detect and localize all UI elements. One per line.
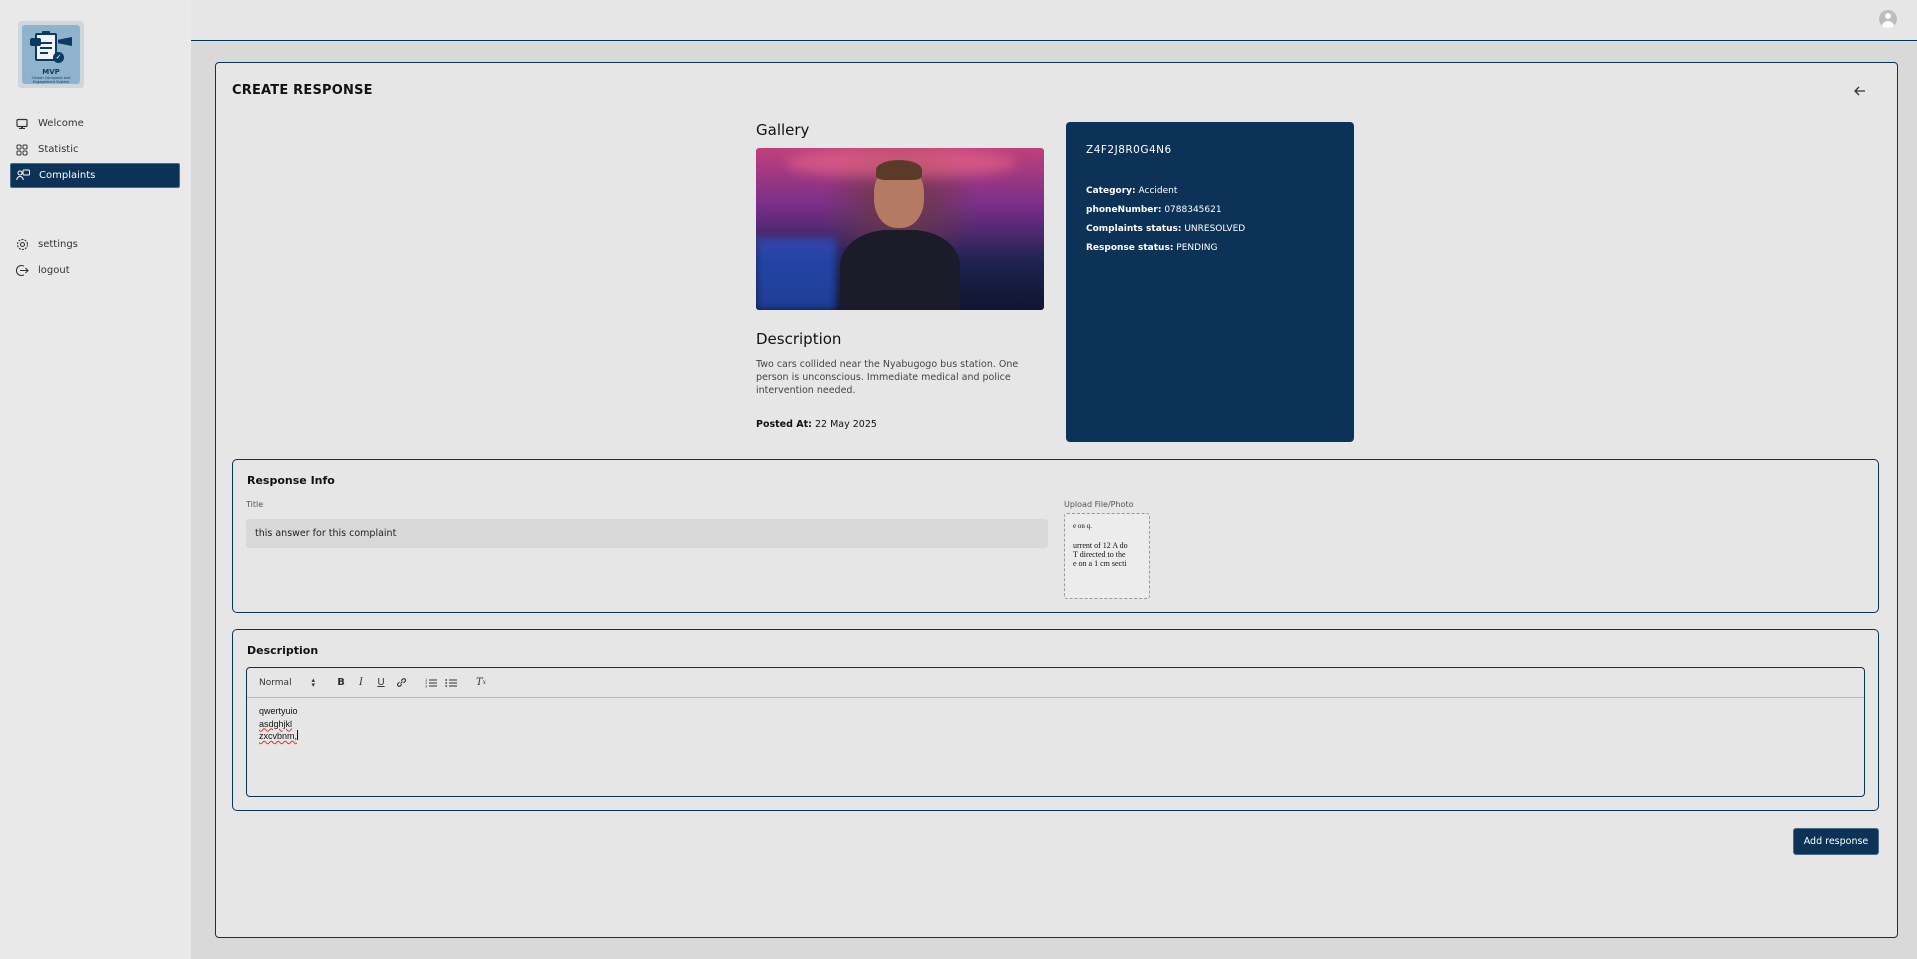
underline-button[interactable]: U [373, 675, 389, 691]
response-info-section: Response Info Title Upload File/Photo e … [232, 459, 1879, 613]
app-logo[interactable]: ✓ MVP Citizen Complaint and Engagement S… [18, 21, 84, 88]
logo-title: MVP [42, 68, 60, 76]
title-input[interactable] [246, 519, 1048, 548]
link-icon[interactable] [393, 675, 409, 691]
editor-line: zxcvbnm, [259, 730, 299, 741]
sidebar-item-statistic[interactable]: Statistic [10, 137, 180, 162]
upload-label: Upload File/Photo [1064, 500, 1134, 509]
upload-dropzone[interactable]: e on q. urrent of 12 A do T directed to … [1064, 513, 1150, 599]
bold-button[interactable]: B [333, 675, 349, 691]
complaint-photo[interactable] [756, 148, 1044, 310]
rich-text-editor: Normal ▴ ▾ B I U 123 Tx qwertyuio asdghjk… [246, 667, 1865, 797]
complaint-description: Two cars collided near the Nyabugogo bus… [756, 359, 1019, 396]
sidebar-item-label: Statistic [38, 144, 79, 155]
sidebar-item-complaints[interactable]: Complaints [10, 163, 180, 188]
editor-content[interactable]: qwertyuio asdghjkl zxcvbnm, [247, 698, 1864, 750]
logo-image: ✓ MVP Citizen Complaint and Engagement S… [22, 25, 80, 84]
section-title: Response Info [247, 474, 335, 487]
editor-toolbar: Normal ▴ ▾ B I U 123 Tx [247, 668, 1864, 698]
logo-subtitle: Citizen Complaint and Engagement System [31, 76, 71, 84]
top-bar [191, 0, 1917, 41]
logout-icon [15, 264, 29, 278]
user-avatar-icon[interactable] [1879, 10, 1897, 28]
title-label: Title [246, 500, 264, 509]
format-select[interactable]: Normal ▴ ▾ [259, 675, 319, 691]
sidebar: ✓ MVP Citizen Complaint and Engagement S… [0, 0, 191, 959]
select-arrows-icon: ▴ ▾ [311, 675, 315, 689]
grid-icon [15, 143, 29, 157]
sidebar-item-settings[interactable]: settings [10, 232, 180, 257]
sidebar-item-label: Complaints [39, 170, 96, 181]
posted-label: Posted At: [756, 419, 812, 430]
megaphone-icon [58, 37, 72, 46]
description-heading: Description [756, 330, 842, 348]
description-section: Description Normal ▴ ▾ B I U 123 Tx qwert [232, 629, 1879, 811]
italic-button[interactable]: I [353, 675, 369, 691]
sidebar-item-label: settings [38, 239, 78, 250]
gallery-heading: Gallery [756, 121, 810, 139]
monitor-icon [15, 117, 29, 131]
sidebar-item-label: Welcome [38, 118, 84, 129]
arrow-left-icon[interactable] [1852, 84, 1868, 100]
posted-at: Posted At: 22 May 2025 [756, 419, 877, 430]
chat-user-icon [16, 169, 30, 183]
complaint-info-card: Z4F2J8R0G4N6 Category: Accident phoneNum… [1066, 122, 1354, 442]
bullet-list-icon[interactable] [443, 675, 459, 691]
speech-bubble-icon [30, 38, 41, 46]
sidebar-item-welcome[interactable]: Welcome [10, 111, 180, 136]
page-title: CREATE RESPONSE [232, 83, 373, 98]
svg-text:3: 3 [425, 684, 427, 688]
category-row: Category: Accident [1086, 186, 1178, 196]
posted-value: 22 May 2025 [814, 419, 877, 430]
editor-line: asdghjkl [259, 718, 293, 729]
text-caret [297, 730, 299, 740]
ordered-list-icon[interactable]: 123 [423, 675, 439, 691]
clear-format-icon[interactable]: Tx [473, 675, 489, 691]
complaint-status-row: Complaints status: UNRESOLVED [1086, 224, 1246, 234]
editor-line: qwertyuio [259, 706, 298, 716]
sidebar-item-logout[interactable]: logout [10, 258, 180, 283]
sidebar-item-label: logout [38, 265, 70, 276]
add-response-button[interactable]: Add response [1793, 828, 1879, 855]
section-title: Description [247, 644, 319, 657]
check-icon: ✓ [53, 52, 64, 63]
response-status-row: Response status: PENDING [1086, 243, 1218, 253]
gear-icon [15, 238, 29, 252]
phone-row: phoneNumber: 0788345621 [1086, 205, 1222, 215]
complaint-code: Z4F2J8R0G4N6 [1086, 144, 1172, 156]
upload-preview: e on q. urrent of 12 A do T directed to … [1073, 522, 1128, 568]
